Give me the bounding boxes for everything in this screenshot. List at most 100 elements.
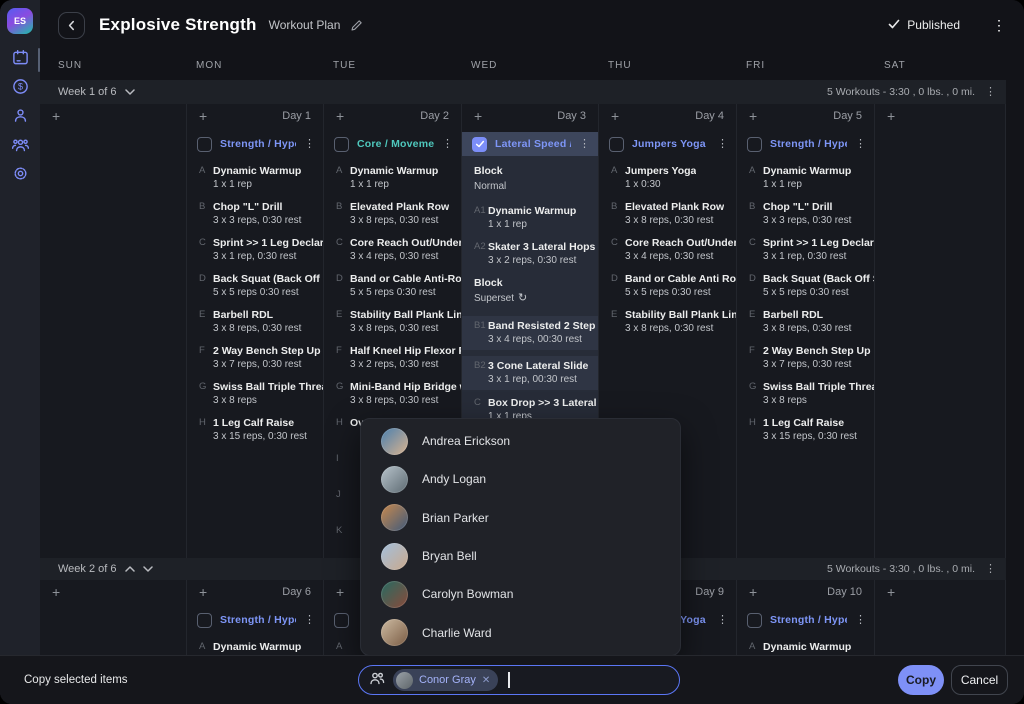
chevron-down-icon[interactable] <box>143 566 153 572</box>
exercise-row[interactable]: BChop "L" Drill3 x 3 reps, 0:30 rest <box>749 200 864 228</box>
member-row[interactable]: Andrea Erickson <box>361 422 680 460</box>
workout-menu-icon[interactable]: ⋮ <box>304 139 315 150</box>
week-menu-icon[interactable]: ⋮ <box>985 564 996 575</box>
add-workout-button[interactable]: + <box>52 585 60 599</box>
exercise-row[interactable]: GSwiss Ball Triple Threat3 x 8 reps <box>749 380 864 408</box>
exercise-row[interactable]: BChop "L" Drill3 x 3 reps, 0:30 rest <box>199 200 313 228</box>
add-workout-button[interactable]: + <box>199 585 207 599</box>
add-workout-button[interactable]: + <box>749 109 757 123</box>
chevron-up-icon[interactable] <box>125 566 135 572</box>
workout-title-link[interactable]: Core / Movement Q... <box>357 138 434 150</box>
cancel-button[interactable]: Cancel <box>951 665 1008 695</box>
member-chip[interactable]: Conor Gray ✕ <box>393 669 498 691</box>
workout-menu-icon[interactable]: ⋮ <box>717 615 728 626</box>
exercise-row[interactable]: H1 Leg Calf Raise3 x 15 reps, 0:30 rest <box>199 416 313 444</box>
workout-title-link[interactable]: Strength / Hypertro... <box>770 614 847 626</box>
workout-card[interactable]: Jumpers Yoga / Core ⋮ AJumpers Yoga1 x 0:3… <box>599 132 736 346</box>
header-menu-icon[interactable]: ⋮ <box>992 18 1006 32</box>
workout-title-link[interactable]: Strength / Hypertro... <box>220 614 296 626</box>
workout-card[interactable]: Strength / Hypertro... ⋮ ADynamic Warmup1 … <box>187 132 323 454</box>
add-workout-button[interactable]: + <box>336 109 344 123</box>
exercise-row[interactable]: BElevated Plank Row3 x 8 reps, 0:30 rest <box>611 200 726 228</box>
exercise-row[interactable]: DBack Squat (Back Off Set)5 x 5 reps 0:3… <box>749 272 864 300</box>
add-workout-button[interactable]: + <box>336 585 344 599</box>
workout-menu-icon[interactable]: ⋮ <box>304 615 315 626</box>
exercise-row[interactable]: F2 Way Bench Step Up3 x 7 reps, 0:30 res… <box>199 344 313 372</box>
workout-checkbox[interactable] <box>609 137 624 152</box>
add-workout-button[interactable]: + <box>199 109 207 123</box>
team-logo[interactable]: ES <box>7 8 33 34</box>
member-tag-input[interactable]: Conor Gray ✕ <box>358 665 680 695</box>
exercise-row[interactable]: B1Band Resisted 2 Step Late...3 x 4 reps… <box>462 316 598 350</box>
member-row[interactable]: Andy Logan <box>361 460 680 498</box>
workout-menu-icon[interactable]: ⋮ <box>442 139 453 150</box>
exercise-row[interactable]: F2 Way Bench Step Up3 x 7 reps, 0:30 res… <box>749 344 864 372</box>
exercise-row[interactable]: A2Skater 3 Lateral Hops >> ...3 x 2 reps… <box>474 240 588 268</box>
exercise-row[interactable]: DBand or Cable Anti Rotati...5 x 5 reps … <box>611 272 726 300</box>
chevron-down-icon[interactable] <box>125 89 135 95</box>
workout-menu-icon[interactable]: ⋮ <box>579 139 590 150</box>
workout-checkbox[interactable] <box>334 137 349 152</box>
workout-card[interactable]: Strength / Hypertro... ⋮ ADynamic Warmup1 … <box>737 132 874 454</box>
workout-checkbox[interactable] <box>747 613 762 628</box>
workout-menu-icon[interactable]: ⋮ <box>855 139 866 150</box>
exercise-row[interactable]: EStability Ball Plank Linear ...3 x 8 re… <box>336 308 451 336</box>
workout-menu-icon[interactable]: ⋮ <box>855 615 866 626</box>
exercise-row[interactable]: GMini-Band Hip Bridge w/ ...3 x 8 reps, … <box>336 380 451 408</box>
exercise-row[interactable]: ADynamic Warmup1 x 1 rep <box>336 164 451 192</box>
edit-pencil-icon[interactable] <box>350 19 363 32</box>
sidebar-item-billing[interactable]: $ <box>0 75 40 103</box>
member-row[interactable]: Bryan Bell <box>361 537 680 575</box>
exercise-row[interactable]: EBarbell RDL3 x 8 reps, 0:30 rest <box>199 308 313 336</box>
workout-card[interactable]: Strength / Hypertro... ⋮ ADynamic Warmup1 … <box>737 608 874 656</box>
workout-title-link[interactable]: Jumpers Yoga / Core <box>632 138 709 150</box>
workout-card[interactable]: Strength / Hypertro... ⋮ ADynamic Warmup1 … <box>187 608 323 656</box>
exercise-row[interactable]: EBarbell RDL3 x 8 reps, 0:30 rest <box>749 308 864 336</box>
add-workout-button[interactable]: + <box>52 109 60 123</box>
exercise-row[interactable]: BElevated Plank Row3 x 8 reps, 0:30 rest <box>336 200 451 228</box>
workout-title-link[interactable]: Lateral Speed / Plyo <box>495 138 571 150</box>
week-menu-icon[interactable]: ⋮ <box>985 87 996 98</box>
add-workout-button[interactable]: + <box>474 109 482 123</box>
sidebar-item-teams[interactable] <box>0 133 40 161</box>
exercise-row[interactable]: CSprint >> 1 Leg Declarations3 x 1 rep, … <box>199 236 313 264</box>
member-row[interactable]: Carolyn Bowman <box>361 575 680 613</box>
exercise-row[interactable]: AJumpers Yoga1 x 0:30 <box>611 164 726 192</box>
chip-remove-icon[interactable]: ✕ <box>482 675 490 686</box>
exercise-row[interactable]: DBand or Cable Anti-Rotati...5 x 5 reps … <box>336 272 451 300</box>
exercise-row[interactable]: H1 Leg Calf Raise3 x 15 reps, 0:30 rest <box>749 416 864 444</box>
sidebar-item-settings[interactable] <box>0 162 40 190</box>
workout-title-link[interactable]: Strength / Hypertro... <box>770 138 847 150</box>
exercise-row[interactable]: ADynamic Warmup1 x 1 rep <box>199 164 313 192</box>
exercise-row[interactable]: FHalf Kneel Hip Flexor Rais...3 x 2 reps… <box>336 344 451 372</box>
workout-checkbox[interactable] <box>197 137 212 152</box>
back-button[interactable] <box>58 12 85 39</box>
workout-checkbox[interactable] <box>197 613 212 628</box>
add-workout-button[interactable]: + <box>887 585 895 599</box>
member-row[interactable]: Brian Parker <box>361 499 680 537</box>
exercise-row[interactable]: ADynamic Warmup1 x 1 rep <box>749 640 864 656</box>
member-row[interactable]: Charlie Ward <box>361 614 680 652</box>
add-workout-button[interactable]: + <box>611 109 619 123</box>
workout-checkbox[interactable] <box>334 613 349 628</box>
exercise-row[interactable]: CCore Reach Out/Under3 x 4 reps, 0:30 re… <box>336 236 451 264</box>
workout-menu-icon[interactable]: ⋮ <box>717 139 728 150</box>
published-status[interactable]: Published <box>888 18 960 32</box>
workout-checkbox[interactable] <box>472 137 487 152</box>
exercise-row[interactable]: CSprint >> 1 Leg Declarations3 x 1 rep, … <box>749 236 864 264</box>
exercise-row[interactable]: DBack Squat (Back Off Set)5 x 5 reps 0:3… <box>199 272 313 300</box>
exercise-row[interactable]: B23 Cone Lateral Slide3 x 1 rep, 00:30 r… <box>462 356 598 390</box>
exercise-row[interactable]: ADynamic Warmup1 x 1 rep <box>749 164 864 192</box>
copy-button[interactable]: Copy <box>898 665 944 695</box>
exercise-row[interactable]: GSwiss Ball Triple Threat3 x 8 reps <box>199 380 313 408</box>
exercise-row[interactable]: ADynamic Warmup1 x 1 rep <box>199 640 313 656</box>
exercise-row[interactable]: CCore Reach Out/Under3 x 4 reps, 0:30 re… <box>611 236 726 264</box>
workout-title-link[interactable]: Strength / Hypertro... <box>220 138 296 150</box>
add-workout-button[interactable]: + <box>749 585 757 599</box>
exercise-row[interactable]: EStability Ball Plank Linear ...3 x 8 re… <box>611 308 726 336</box>
add-workout-button[interactable]: + <box>887 109 895 123</box>
sidebar-item-profile[interactable] <box>0 104 40 132</box>
exercise-row[interactable]: A1Dynamic Warmup1 x 1 rep <box>474 204 588 232</box>
workout-checkbox[interactable] <box>747 137 762 152</box>
sidebar-item-calendar[interactable] <box>0 46 40 74</box>
